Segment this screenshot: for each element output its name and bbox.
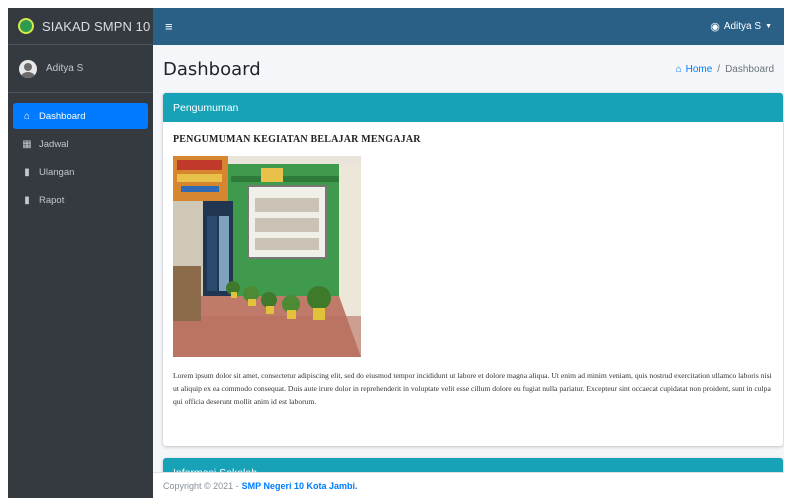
breadcrumb-current: Dashboard <box>725 63 774 75</box>
caret-down-icon: ▼ <box>765 23 772 30</box>
announcement-photo <box>173 156 361 357</box>
home-icon: ⌂ <box>675 63 682 75</box>
main-content: Dashboard ⌂ Home / Dashboard Pengumuman … <box>153 45 784 498</box>
breadcrumb-home-link[interactable]: ⌂ Home <box>676 64 713 75</box>
file-icon: ▮ <box>24 194 30 206</box>
user-name: Aditya S <box>46 63 84 74</box>
footer-school-link[interactable]: SMP Negeri 10 Kota Jambi. <box>242 481 358 491</box>
home-icon: ⌂ <box>23 110 31 122</box>
user-panel[interactable]: Aditya S <box>8 45 153 93</box>
school-logo-icon <box>18 18 34 34</box>
announcement-text: Lorem ipsum dolor sit amet, consectetur … <box>173 371 772 406</box>
sidebar-item-label: Jadwal <box>39 138 69 150</box>
sidebar-nav: ⌂ Dashboard ▦ Jadwal ▮ Ulangan ▮ Rapot <box>8 93 153 213</box>
calendar-icon: ▦ <box>22 138 32 150</box>
top-navbar: ≡ ◉ Aditya S ▼ <box>153 8 784 45</box>
sidebar-item-label: Dashboard <box>39 110 86 122</box>
page-title: Dashboard <box>163 58 261 80</box>
announcement-title: PENGUMUMAN KEGIATAN BELAJAR MENGAJAR <box>173 134 421 145</box>
announcement-card-header: Pengumuman <box>163 93 783 122</box>
footer-copyright: Copyright © 2021 - <box>163 480 239 491</box>
sidebar-item-label: Ulangan <box>39 166 75 178</box>
sidebar-item-jadwal[interactable]: ▦ Jadwal <box>13 131 148 157</box>
avatar <box>19 59 37 78</box>
footer: Copyright © 2021 - SMP Negeri 10 Kota Ja… <box>153 472 784 498</box>
menu-toggle-icon[interactable]: ≡ <box>165 19 183 34</box>
user-menu-dropdown[interactable]: ◉ Aditya S ▼ <box>710 20 772 33</box>
content-header: Dashboard ⌂ Home / Dashboard <box>153 45 784 93</box>
file-icon: ▮ <box>24 166 30 178</box>
sidebar-item-rapot[interactable]: ▮ Rapot <box>13 187 148 213</box>
user-circle-icon: ◉ <box>710 21 720 33</box>
sidebar-item-dashboard[interactable]: ⌂ Dashboard <box>13 103 148 129</box>
app-window: SIAKAD SMPN 10 Aditya S ⌂ Dashboard ▦ Ja… <box>8 8 784 498</box>
sidebar: SIAKAD SMPN 10 Aditya S ⌂ Dashboard ▦ Ja… <box>8 8 153 498</box>
sidebar-item-ulangan[interactable]: ▮ Ulangan <box>13 159 148 185</box>
user-menu-label: Aditya S <box>723 21 762 32</box>
breadcrumb-home-label: Home <box>685 63 713 75</box>
brand-name: SIAKAD SMPN 10 <box>42 18 151 34</box>
announcement-card: Pengumuman PENGUMUMAN KEGIATAN BELAJAR M… <box>163 93 783 446</box>
announcement-card-body: PENGUMUMAN KEGIATAN BELAJAR MENGAJAR Lor… <box>163 122 783 420</box>
breadcrumb-separator: / <box>717 63 721 75</box>
school-corridor-image <box>173 156 361 357</box>
sidebar-item-label: Rapot <box>39 194 65 206</box>
breadcrumb: ⌂ Home / Dashboard <box>676 64 774 75</box>
brand-link[interactable]: SIAKAD SMPN 10 <box>8 8 153 45</box>
